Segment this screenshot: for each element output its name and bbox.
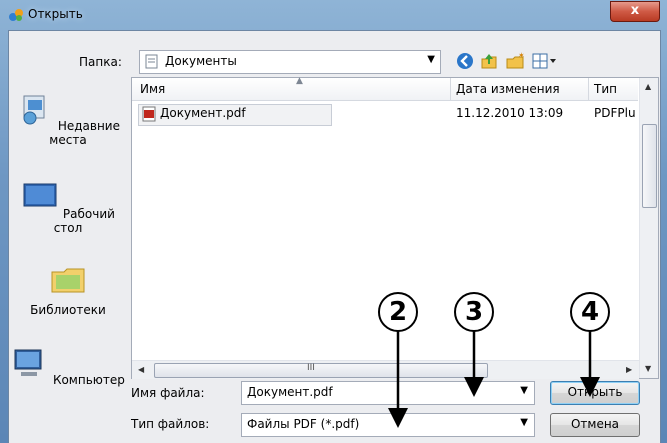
file-list[interactable]: ▲ Имя Дата изменения Тип Документ.pdf 11… (131, 76, 659, 379)
document-folder-icon (145, 54, 158, 69)
callout-2: 2 (378, 292, 418, 332)
filetype-label: Тип файлов: (131, 417, 210, 431)
folder-label: Папка: (79, 55, 122, 69)
scroll-up-icon[interactable]: ▲ (645, 82, 651, 91)
place-recent[interactable]: Недавние места (10, 92, 126, 147)
scroll-down-icon[interactable]: ▼ (645, 364, 651, 373)
place-label: Библиотеки (30, 303, 106, 317)
window-title: Открыть (28, 7, 83, 21)
sort-asc-icon: ▲ (296, 76, 303, 86)
folder-toolbar: ✶ (455, 51, 565, 71)
new-folder-icon[interactable]: ✶ (505, 51, 525, 71)
place-label: Недавние места (49, 119, 120, 147)
chevron-down-icon[interactable]: ▼ (520, 385, 528, 396)
scroll-thumb[interactable] (642, 124, 657, 208)
filename-value: Документ.pdf (247, 385, 333, 399)
table-row[interactable]: Документ.pdf 11.12.2010 13:09 PDFPlu (138, 104, 638, 126)
app-icon (9, 9, 23, 21)
close-icon: x (630, 3, 640, 18)
places-bar: Недавние места Рабочий стол Библиотеки К… (10, 76, 126, 396)
cancel-button[interactable]: Отмена (550, 413, 640, 437)
callout-3: 3 (454, 292, 494, 332)
column-type[interactable]: Тип (594, 82, 617, 96)
filetype-value: Файлы PDF (*.pdf) (247, 417, 360, 431)
file-name: Документ.pdf (160, 106, 246, 120)
file-date: 11.12.2010 13:09 (456, 106, 564, 120)
view-menu-icon[interactable] (531, 51, 559, 71)
column-name[interactable]: Имя (140, 82, 165, 96)
grip-glyph: III (307, 363, 315, 373)
vertical-scrollbar[interactable]: ▲ ▼ (639, 78, 658, 378)
filename-label: Имя файла: (131, 386, 205, 400)
open-button[interactable]: Открыть (550, 381, 640, 405)
column-date[interactable]: Дата изменения (456, 82, 560, 96)
place-label: Компьютер (52, 373, 125, 387)
back-icon[interactable] (455, 51, 475, 71)
chevron-down-icon[interactable]: ▼ (427, 54, 435, 65)
scroll-thumb[interactable]: III (154, 363, 488, 378)
pdf-file-icon (142, 106, 156, 122)
place-computer[interactable]: Компьютер (10, 346, 126, 387)
computer-icon (14, 349, 42, 376)
filename-field[interactable]: Документ.pdf ▼ (241, 381, 535, 405)
close-button[interactable]: x (610, 1, 660, 22)
folder-combo[interactable]: Документы ▼ (139, 50, 441, 74)
desktop-icon (23, 183, 57, 207)
horizontal-scrollbar[interactable]: ◀ III ▶ (132, 360, 639, 379)
filetype-select[interactable]: Файлы PDF (*.pdf) ▼ (241, 413, 535, 437)
place-libraries[interactable]: Библиотеки (10, 262, 126, 317)
scroll-right-icon[interactable]: ▶ (626, 365, 632, 374)
file-list-header: ▲ Имя Дата изменения Тип (132, 76, 638, 101)
column-divider[interactable] (588, 78, 589, 100)
callout-4: 4 (570, 292, 610, 332)
place-desktop[interactable]: Рабочий стол (10, 180, 126, 235)
dialog-client: Папка: Документы ▼ ✶ Недавние места Рабо… (8, 30, 661, 443)
libraries-icon (51, 268, 85, 293)
scroll-left-icon[interactable]: ◀ (138, 365, 144, 374)
column-divider[interactable] (450, 78, 451, 100)
chevron-down-icon[interactable]: ▼ (520, 417, 528, 428)
folder-value: Документы (165, 54, 237, 68)
open-file-dialog: Открыть x Папка: Документы ▼ ✶ Недавние … (0, 0, 667, 443)
place-label: Рабочий стол (53, 207, 115, 235)
up-folder-icon[interactable] (479, 51, 499, 71)
recent-places-icon (23, 95, 45, 125)
svg-text:✶: ✶ (518, 51, 525, 60)
file-type: PDFPlu (594, 106, 636, 120)
title-bar[interactable]: Открыть x (0, 0, 667, 30)
